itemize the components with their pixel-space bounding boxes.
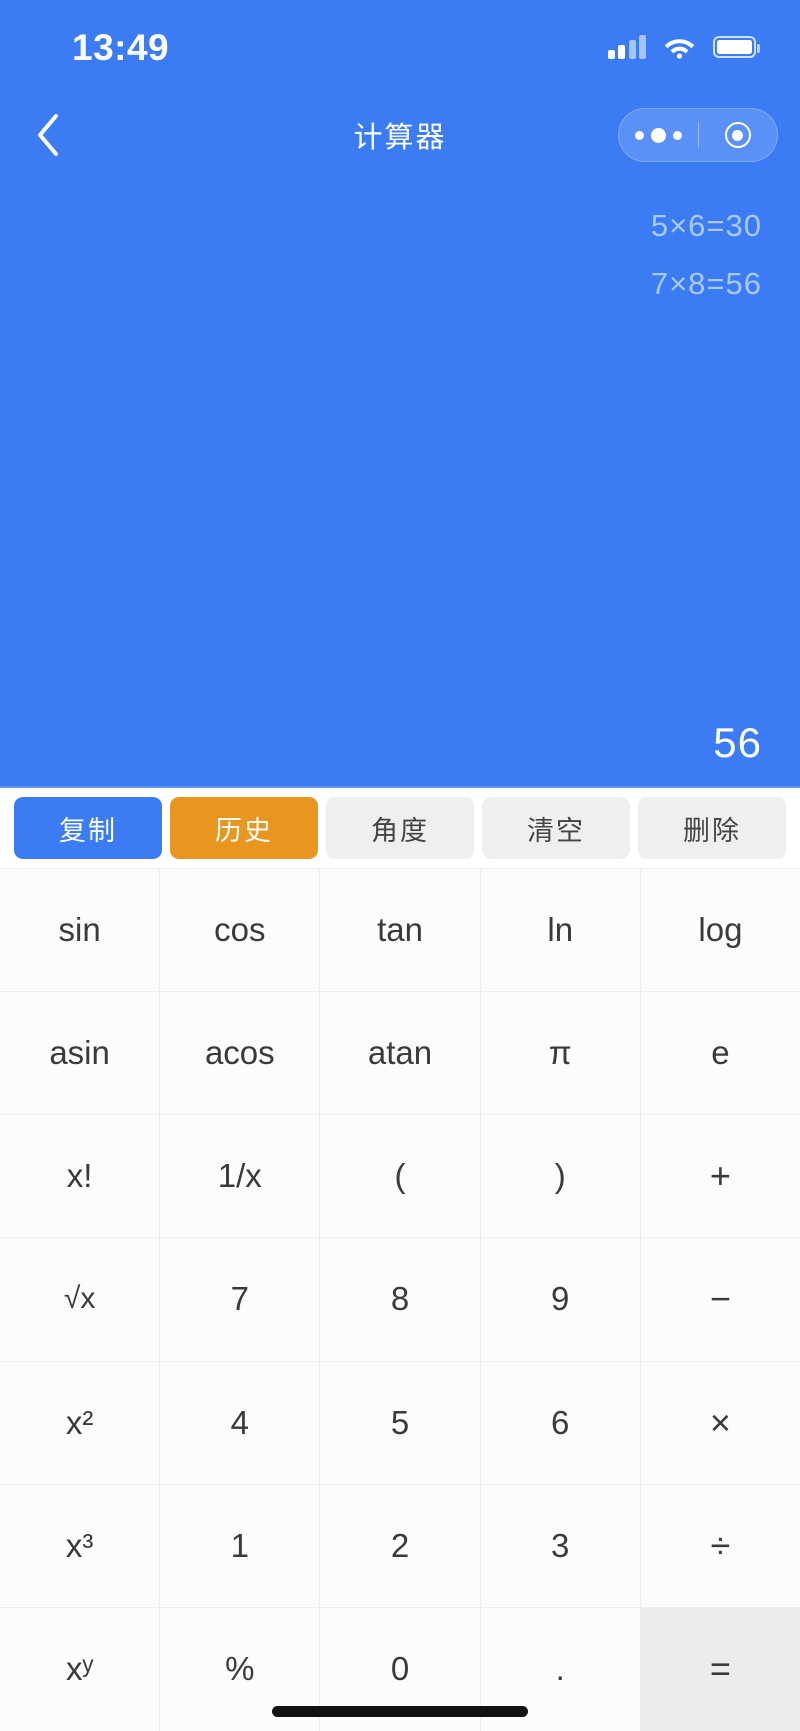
mini-program-capsule (618, 108, 778, 162)
key-divide[interactable]: ÷ (640, 1484, 800, 1608)
key-sin[interactable]: sin (0, 869, 161, 993)
history-list: 5×6=30 7×8=56 (38, 208, 762, 302)
keypad-row: √x 7 8 9 − (0, 1238, 800, 1362)
cellular-signal-icon (607, 35, 646, 59)
copy-button[interactable]: 复制 (14, 797, 162, 859)
back-button[interactable] (18, 105, 78, 165)
calculator-app: 13:49 计算器 5×6=30 7×8=56 56 复制 历史 角度 清空 删… (0, 0, 800, 1731)
keypad-row: x² 4 5 6 × (0, 1361, 800, 1485)
key-sqrt[interactable]: √x (0, 1238, 161, 1362)
keypad-row: x³ 1 2 3 ÷ (0, 1484, 800, 1608)
key-6[interactable]: 6 (480, 1361, 641, 1485)
more-menu-button[interactable] (619, 109, 698, 161)
calculator-display: 5×6=30 7×8=56 56 (0, 176, 800, 788)
key-plus-label: + (709, 1155, 731, 1197)
key-multiply-label: × (709, 1401, 731, 1443)
key-ln[interactable]: ln (480, 869, 641, 993)
key-8[interactable]: 8 (320, 1238, 481, 1362)
key-4[interactable]: 4 (160, 1361, 321, 1485)
key-plus: + (640, 1115, 800, 1239)
key-1[interactable]: 1 (160, 1484, 321, 1608)
key-9[interactable]: 9 (480, 1238, 641, 1362)
close-program-button[interactable] (699, 109, 778, 161)
chevron-left-icon (38, 114, 58, 156)
action-button-row: 复制 历史 角度 清空 删除 (0, 788, 800, 868)
delete-button[interactable]: 删除 (638, 797, 786, 859)
key-e[interactable]: e (640, 992, 800, 1116)
history-line: 5×6=30 (650, 208, 762, 243)
history-button[interactable]: 历史 (170, 797, 318, 859)
battery-icon (713, 36, 760, 58)
key-minus-label: − (709, 1278, 731, 1320)
key-tan[interactable]: tan (320, 869, 481, 993)
more-dots-icon (634, 127, 682, 143)
key-square[interactable]: x² (0, 1361, 161, 1485)
key-5[interactable]: 5 (320, 1361, 481, 1485)
wifi-icon (664, 36, 695, 59)
key-equals-label: = (709, 1648, 731, 1690)
target-circle-icon (724, 122, 751, 148)
key-multiply[interactable]: × (640, 1361, 800, 1485)
status-bar: 13:49 (0, 0, 800, 94)
key-minus[interactable]: − (640, 1238, 800, 1362)
result-value: 56 (713, 719, 762, 766)
key-factorial[interactable]: x! (0, 1115, 161, 1239)
key-7[interactable]: 7 (160, 1238, 321, 1362)
key-equals[interactable]: = (640, 1607, 800, 1731)
key-3[interactable]: 3 (480, 1484, 641, 1608)
status-icon-group (607, 35, 760, 59)
key-pi[interactable]: π (480, 992, 641, 1116)
key-cos[interactable]: cos (160, 869, 321, 993)
key-atan[interactable]: atan (320, 992, 481, 1116)
key-sqrt-label: √x (63, 1282, 96, 1316)
nav-bar: 计算器 (0, 94, 800, 176)
keypad-row: x! 1/x ( ) + (0, 1115, 800, 1239)
key-2[interactable]: 2 (320, 1484, 481, 1608)
key-cube[interactable]: x³ (0, 1484, 161, 1608)
key-reciprocal[interactable]: 1/x (160, 1115, 321, 1239)
key-asin[interactable]: asin (0, 992, 161, 1116)
home-indicator[interactable] (272, 1706, 528, 1717)
keypad-row: asin acos atan π e (0, 992, 800, 1116)
history-line: 7×8=56 (650, 266, 762, 301)
clear-button[interactable]: 清空 (482, 797, 630, 859)
keypad: sin cos tan ln log asin acos atan π e x!… (0, 868, 800, 1731)
keypad-row: sin cos tan ln log (0, 869, 800, 993)
key-log[interactable]: log (640, 869, 800, 993)
status-clock: 13:49 (72, 26, 170, 68)
key-paren-close[interactable]: ) (480, 1115, 641, 1239)
key-power[interactable]: xʸ (0, 1607, 161, 1731)
key-acos[interactable]: acos (160, 992, 321, 1116)
key-paren-open[interactable]: ( (320, 1115, 481, 1239)
degree-button[interactable]: 角度 (326, 797, 474, 859)
key-divide-label: ÷ (710, 1524, 731, 1566)
